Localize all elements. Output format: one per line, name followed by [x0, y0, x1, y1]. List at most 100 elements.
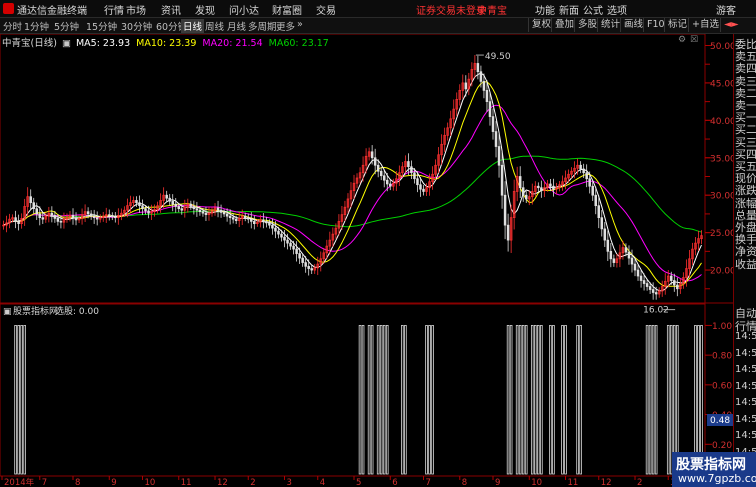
sidebar-item: 14:5 — [735, 413, 756, 425]
candle-body — [609, 250, 613, 260]
date-axis: 2014年7891011122345678910111223 — [1, 476, 676, 487]
candle-body — [654, 292, 658, 295]
date-tick-label: 3 — [287, 478, 292, 487]
tab-more[interactable]: 更多 — [276, 19, 295, 33]
price-axis: 50.00 45.00 40.00 35.00 30.00 25.00 20.00 — [710, 42, 733, 277]
candle-body — [222, 212, 226, 215]
signal-bar — [20, 325, 23, 475]
candle-body — [219, 209, 223, 213]
candle-body — [231, 217, 235, 220]
candle-body — [597, 205, 601, 219]
candle-body — [524, 194, 528, 200]
candle-body — [416, 178, 419, 186]
moving-average-lines — [3, 72, 702, 292]
candle-body — [410, 166, 413, 174]
tab-intraday[interactable]: 分时 — [3, 19, 22, 33]
signal-bar — [509, 325, 513, 475]
candle-body — [189, 203, 193, 207]
candle-body — [304, 262, 307, 267]
mark-button[interactable]: 标记 — [664, 18, 690, 32]
indicator-panel-icon: ▣ — [3, 307, 12, 317]
panel-toggle-icon[interactable]: ◄► — [720, 18, 742, 32]
candle-body — [630, 257, 634, 265]
candle-body — [147, 210, 150, 214]
watermark-title: 股票指标网 — [676, 457, 746, 473]
date-tick-label: 7 — [426, 478, 431, 487]
tab-5min[interactable]: 5分钟 — [54, 19, 79, 33]
candle-body — [540, 187, 543, 192]
chart-area[interactable]: 50.00 45.00 40.00 35.00 30.00 25.00 20.00 49.5… — [0, 34, 733, 487]
candle-body — [382, 175, 386, 181]
more-chevron-icon[interactable]: » — [297, 19, 303, 30]
menu-item-quotes[interactable]: 行情 — [104, 2, 124, 17]
date-tick-label: 8 — [462, 478, 467, 487]
candle-body — [676, 284, 679, 290]
candle-body — [41, 217, 45, 220]
candle-body — [74, 217, 78, 221]
candle-body — [225, 213, 229, 217]
signal-bar — [576, 325, 579, 475]
tab-monthly[interactable]: 月线 — [227, 19, 246, 33]
price-tick-label: 45.00 — [710, 79, 733, 89]
candle-body — [198, 209, 202, 213]
tab-30min[interactable]: 30分钟 — [121, 19, 152, 33]
menu-item-news[interactable]: 资讯 — [161, 2, 181, 17]
candle-body — [376, 164, 380, 172]
menu-item-functions[interactable]: 功能 — [535, 2, 555, 17]
menu-item-wealth[interactable]: 财富圈 — [272, 2, 302, 17]
signal-bar — [425, 325, 428, 475]
login-notice[interactable]: 证券交易未登录 — [416, 2, 486, 17]
candle-body — [606, 239, 610, 252]
signal-bar — [14, 325, 17, 475]
date-tick-label: 4 — [320, 478, 325, 487]
sidebar-item: 14:5 — [735, 430, 756, 441]
candle-body — [298, 253, 301, 259]
candle-body — [50, 212, 54, 216]
signal-bar — [537, 325, 540, 475]
menu-item-discover[interactable]: 发现 — [195, 2, 215, 17]
candle-body — [413, 172, 416, 180]
date-tick-label: 9 — [111, 478, 116, 487]
menu-item-formula[interactable]: 公式 — [583, 2, 603, 17]
tab-weekly[interactable]: 周线 — [205, 19, 224, 33]
tab-1min[interactable]: 1分钟 — [24, 19, 49, 33]
candle-body — [600, 217, 604, 230]
candle-body — [29, 196, 32, 204]
date-tick-label: 9 — [495, 478, 500, 487]
tab-15min[interactable]: 15分钟 — [86, 19, 117, 33]
candle-body — [579, 164, 582, 170]
menu-item-ask[interactable]: 问小达 — [229, 2, 259, 17]
candle-body — [141, 205, 144, 210]
date-tick-label: 7 — [42, 478, 47, 487]
user-label[interactable]: 游客 — [716, 2, 736, 17]
indicator-tick-label: 1.00 — [712, 322, 732, 332]
menu-item-options[interactable]: 选项 — [607, 2, 627, 17]
indicator-grid — [705, 324, 712, 445]
candle-body — [464, 82, 468, 90]
candle-body — [17, 221, 20, 224]
tab-daily[interactable]: 日线 — [181, 19, 205, 33]
signal-bar — [379, 325, 383, 475]
menu-item-market[interactable]: 市场 — [126, 2, 146, 17]
candle-body — [165, 194, 168, 199]
signal-bar — [561, 325, 564, 475]
candle-body — [389, 183, 392, 187]
low-price-label: 16.02 — [643, 306, 669, 316]
high-price-label: 49.50 — [485, 52, 511, 62]
candle-body — [201, 211, 205, 214]
candle-body — [651, 289, 655, 293]
signal-bar — [651, 325, 655, 475]
menu-item-trade[interactable]: 交易 — [316, 2, 336, 17]
menu-item-new-layout[interactable]: 新面 — [559, 2, 579, 17]
tab-multi-period[interactable]: 多周期 — [248, 19, 277, 33]
signal-bar — [518, 325, 522, 475]
indicator-value-label: 选股: 0.00 — [55, 305, 99, 317]
candle-body — [114, 216, 117, 219]
candle-body — [379, 170, 383, 177]
indicator-tick-label: 0.80 — [712, 352, 732, 362]
candle-body — [14, 217, 17, 222]
ma10-line — [3, 81, 702, 288]
candle-body — [552, 185, 555, 190]
candle-body — [108, 214, 111, 216]
add-watchlist-button[interactable]: +自选 — [688, 18, 722, 32]
